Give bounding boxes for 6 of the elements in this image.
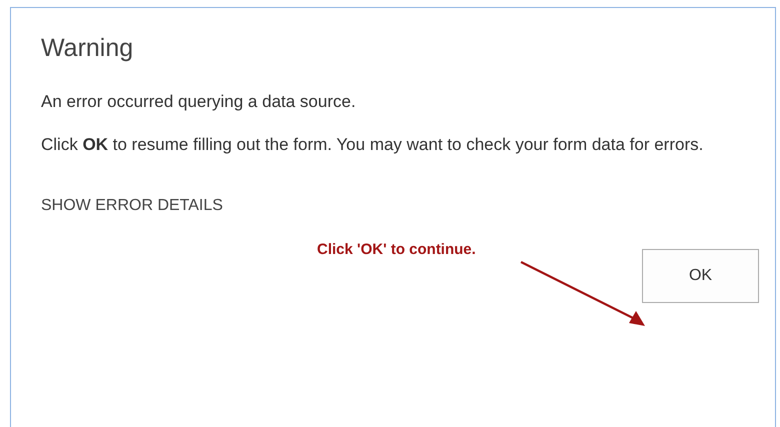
dialog-title: Warning	[41, 34, 134, 63]
annotation-text: Click 'OK' to continue.	[317, 241, 476, 258]
ok-button[interactable]: OK	[642, 249, 759, 303]
show-details-link[interactable]: SHOW ERROR DETAILS	[41, 197, 223, 215]
message-text: An error occurred querying a data source.	[41, 91, 357, 113]
message-text: Click OK to resume filling out the form. You may want to check your form data for errors.	[41, 134, 704, 156]
